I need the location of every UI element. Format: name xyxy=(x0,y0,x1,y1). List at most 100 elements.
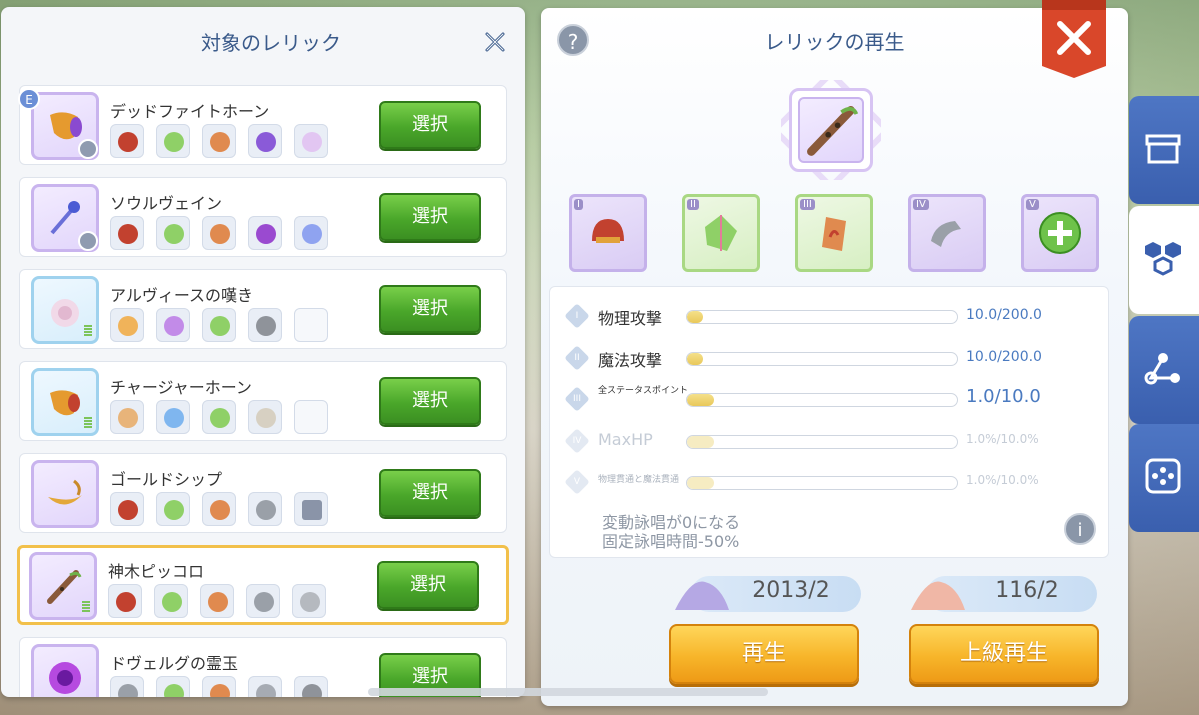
orange-stone-icon xyxy=(822,217,846,251)
material-slots: I II III IV V xyxy=(569,194,1109,274)
empty-material-slot xyxy=(294,308,328,342)
shop-icon xyxy=(1145,134,1181,164)
sparkle-badge-icon xyxy=(78,139,98,159)
stat-bar xyxy=(686,435,958,449)
select-button[interactable]: 選択 xyxy=(379,377,481,425)
stat-bar-fill xyxy=(687,311,704,323)
effect-line: 固定詠唱時間-50% xyxy=(602,532,740,551)
orange-stone-icon xyxy=(202,216,236,250)
stat-number: II xyxy=(574,353,580,363)
green-crystal-icon xyxy=(156,676,190,697)
stat-value: 1.0/10.0 xyxy=(966,386,1041,407)
info-button[interactable]: i xyxy=(1064,513,1096,545)
staff-icon xyxy=(50,201,80,235)
regenerate-button[interactable]: 再生 xyxy=(669,624,859,684)
orange-stone-icon xyxy=(202,676,236,697)
relic-item-dead-fight-horn[interactable]: E デッドファイトホーン 選択 xyxy=(18,85,507,165)
relic-item-shinboku-piccolo[interactable]: 神木ピッコロ 選択 xyxy=(17,545,509,625)
select-button[interactable]: 選択 xyxy=(379,469,481,517)
gray-scroll-icon xyxy=(248,676,282,697)
stat-label: 魔法攻撃 xyxy=(598,351,663,370)
stat-bar-fill xyxy=(687,353,704,365)
select-button[interactable]: 選択 xyxy=(379,285,481,333)
green-crystal-icon xyxy=(156,492,190,526)
effect-line: 変動詠唱が0になる xyxy=(602,513,741,532)
red-helmet-icon xyxy=(110,216,144,250)
equipped-badge: E xyxy=(18,88,40,110)
stat-bar xyxy=(686,476,958,490)
selected-relic-display xyxy=(781,80,881,180)
stat-row: V 物理貫通と魔法貫通 1.0%/10.0% xyxy=(550,467,1110,497)
tab-dice[interactable] xyxy=(1129,424,1199,532)
purple-orb-icon xyxy=(248,124,282,158)
stat-value: 10.0/200.0 xyxy=(966,349,1042,365)
gold-ship-icon xyxy=(48,479,82,505)
tab-relic[interactable] xyxy=(1129,206,1199,314)
level-bars-icon xyxy=(82,601,90,613)
stat-label: MaxHP xyxy=(598,430,653,449)
network-nodes-icon xyxy=(1144,353,1180,385)
slot-2[interactable]: II xyxy=(682,194,760,272)
horn-icon xyxy=(50,390,80,416)
relic-item-gold-ship[interactable]: ゴールドシップ 選択 xyxy=(19,453,507,533)
green-crystal-icon xyxy=(154,584,188,618)
cost-amount: 2013/2 xyxy=(752,578,830,603)
relic-thumbnail xyxy=(31,368,99,436)
relic-name: 神木ピッコロ xyxy=(108,562,205,581)
level-bars-icon xyxy=(84,325,92,337)
close-button[interactable] xyxy=(1040,0,1108,78)
stat-value: 1.0%/10.0% xyxy=(966,432,1039,446)
relic-item-soul-vein[interactable]: ソウルヴェイン 選択 xyxy=(19,177,507,257)
stats-panel: I 物理攻撃 10.0/200.0 II 魔法攻撃 10.0/200.0 III… xyxy=(549,286,1109,558)
flower-wreath-icon xyxy=(51,299,79,327)
stat-row: III 全ステータスポイント 1.0/10.0 xyxy=(550,384,1110,414)
slot-number: I xyxy=(574,199,583,210)
red-helmet-icon xyxy=(110,492,144,526)
dice-icon xyxy=(1145,458,1181,494)
stat-bar-fill xyxy=(687,436,714,448)
stat-value: 1.0%/10.0% xyxy=(966,473,1039,487)
red-helmet-icon xyxy=(592,219,624,243)
relic-name: アルヴィースの嘆き xyxy=(110,286,254,305)
select-button[interactable]: 選択 xyxy=(379,193,481,241)
crescent-icon xyxy=(248,400,282,434)
relic-thumbnail xyxy=(31,276,99,344)
green-crystal-icon xyxy=(202,400,236,434)
slot-1[interactable]: I xyxy=(569,194,647,272)
stat-label: 物理貫通と魔法貫通 xyxy=(598,475,680,485)
stat-bar xyxy=(686,352,958,366)
relic-item-charger-horn[interactable]: チャージャーホーン 選択 xyxy=(19,361,507,441)
green-crystal-icon xyxy=(202,308,236,342)
wing-icon xyxy=(294,124,328,158)
stat-number: I xyxy=(575,311,579,321)
relic-name: チャージャーホーン xyxy=(110,378,252,397)
relic-thumbnail xyxy=(789,88,873,172)
select-button[interactable]: 選択 xyxy=(379,101,481,149)
tab-network[interactable] xyxy=(1129,316,1199,424)
relic-name: ゴールドシップ xyxy=(110,470,223,489)
horizontal-scrollbar[interactable] xyxy=(368,688,768,696)
wooden-flute-icon xyxy=(47,570,82,604)
stat-bar xyxy=(686,393,958,407)
slot-4[interactable]: IV xyxy=(908,194,986,272)
slot-3[interactable]: III xyxy=(795,194,873,272)
relic-name: ソウルヴェイン xyxy=(110,194,223,213)
gray-shell-icon xyxy=(294,676,328,697)
relic-regeneration-panel: ? レリックの再生 I II III IV V I 物理攻撃 10.0/200.… xyxy=(541,8,1128,706)
select-button[interactable]: 選択 xyxy=(377,561,479,609)
stat-number: V xyxy=(573,477,581,487)
relic-item-alvis-lament[interactable]: アルヴィースの嘆き 選択 xyxy=(19,269,507,349)
stat-row: II 魔法攻撃 10.0/200.0 xyxy=(550,343,1110,373)
close-icon[interactable] xyxy=(483,30,507,54)
orange-stone-icon xyxy=(202,492,236,526)
slot-5[interactable]: V xyxy=(1021,194,1099,272)
target-relic-panel: 対象のレリック E デッドファイトホーン 選択 ソウルヴェイン 選択 アルヴィー… xyxy=(1,7,525,697)
gray-stone-icon xyxy=(248,308,282,342)
red-helmet-icon xyxy=(110,124,144,158)
tab-shop[interactable] xyxy=(1129,96,1199,204)
stat-row: I 物理攻撃 10.0/200.0 xyxy=(550,301,1110,331)
gray-helmet-icon xyxy=(110,676,144,697)
advanced-regenerate-button[interactable]: 上級再生 xyxy=(909,624,1099,684)
stat-bar-fill xyxy=(687,394,714,406)
cost-amount: 116/2 xyxy=(995,578,1059,603)
